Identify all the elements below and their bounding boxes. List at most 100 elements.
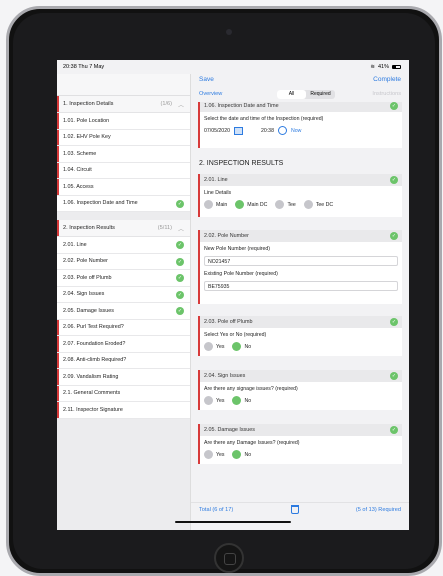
- card-pole-number: 2.02. Pole Number ✓ New Pole Number (req…: [198, 230, 402, 304]
- trash-icon[interactable]: [291, 505, 299, 514]
- sidebar-item[interactable]: 1.03. Scheme: [57, 146, 190, 163]
- sidebar-item[interactable]: 2.1. General Comments: [57, 385, 190, 402]
- radio-option[interactable]: No: [232, 396, 251, 405]
- card-header: 2.05. Damage Issues ✓: [200, 424, 402, 436]
- sidebar-section-inspection-details[interactable]: 1. Inspection Details (1/6) ︿: [57, 96, 190, 113]
- sidebar-item[interactable]: 1.01. Pole Location: [57, 113, 190, 130]
- radio-icon: [303, 200, 313, 209]
- radio-selected-icon: [235, 200, 245, 209]
- sidebar-item[interactable]: 2.02. Pole Number ✓: [57, 253, 190, 270]
- sidebar-item[interactable]: 1.05. Access: [57, 179, 190, 196]
- radio-option[interactable]: Yes: [204, 450, 224, 459]
- required-count[interactable]: (5 of 13) Required: [356, 507, 401, 513]
- battery-icon: [392, 65, 401, 69]
- card-body: Select Yes or No (required) Yes No: [200, 328, 402, 355]
- chevron-up-icon[interactable]: ︿: [178, 100, 184, 109]
- form-content: 1.06. Inspection Date and Time ✓ Select …: [191, 102, 409, 506]
- sidebar: 1. Inspection Details (1/6) ︿ 1.01. Pole…: [57, 74, 191, 530]
- segment-all[interactable]: All: [277, 90, 306, 99]
- sidebar-item-label: 2.05. Damage Issues: [63, 307, 114, 314]
- sidebar-item[interactable]: 2.01. Line ✓: [57, 237, 190, 254]
- save-button[interactable]: Save: [199, 76, 214, 83]
- tab-overview[interactable]: Overview: [199, 91, 222, 97]
- calendar-icon[interactable]: [233, 126, 243, 135]
- section-count: (1/6): [160, 101, 172, 107]
- status-time: 20:38 Thu 7 May: [63, 64, 105, 70]
- sidebar-item[interactable]: 2.09. Vandalism Rating: [57, 369, 190, 386]
- check-icon: ✓: [176, 274, 184, 282]
- sidebar-item-label: 2.03. Pole off Plumb: [63, 274, 112, 281]
- radio-icon: [204, 450, 213, 459]
- sidebar-item[interactable]: 2.03. Pole off Plumb ✓: [57, 270, 190, 287]
- home-button[interactable]: [214, 543, 244, 573]
- section-label: 2. Inspection Results: [63, 225, 115, 231]
- card-title: 1.06. Inspection Date and Time: [204, 103, 279, 109]
- main-pane: Save Complete Overview All Required Inst…: [191, 74, 409, 530]
- sidebar-item-label: 2.08. Anti-climb Required?: [63, 357, 127, 364]
- card-inspection-date: 1.06. Inspection Date and Time ✓ Select …: [198, 102, 402, 148]
- radio-option[interactable]: Yes: [204, 396, 224, 405]
- sidebar-item[interactable]: 1.06. Inspection Date and Time ✓: [57, 195, 190, 212]
- radio-option[interactable]: Yes: [204, 342, 224, 351]
- card-damage-issues: 2.05. Damage Issues ✓ Are there any Dama…: [198, 424, 402, 464]
- new-pole-number-field[interactable]: NO21457: [204, 256, 398, 266]
- section-label: 1. Inspection Details: [63, 101, 114, 107]
- question-label: Existing Pole Number (required): [204, 271, 278, 277]
- check-icon: ✓: [390, 176, 398, 184]
- radio-selected-icon: [232, 450, 242, 459]
- check-icon: ✓: [390, 318, 398, 326]
- check-icon: ✓: [176, 199, 184, 208]
- card-header: 2.02. Pole Number ✓: [200, 230, 402, 242]
- question-label: New Pole Number (required): [204, 246, 271, 252]
- radio-group: Yes No: [204, 342, 398, 351]
- card-body: Are there any Damage Issues? (required) …: [200, 436, 402, 463]
- radio-label: Tee DC: [315, 201, 334, 208]
- complete-button[interactable]: Complete: [373, 76, 401, 83]
- radio-icon: [204, 200, 213, 209]
- clock-icon[interactable]: [277, 126, 287, 135]
- date-value[interactable]: 07/05/2020: [204, 128, 230, 134]
- chevron-up-icon[interactable]: ︿: [178, 224, 184, 233]
- sidebar-item[interactable]: 1.02. EHV Pole Key: [57, 129, 190, 146]
- status-right: ≋ 41%: [370, 64, 401, 70]
- bottom-bar: Total (6 of 17) (5 of 13) Required: [191, 502, 409, 516]
- sidebar-section-inspection-results[interactable]: 2. Inspection Results (5/11) ︿: [57, 220, 190, 237]
- radio-label: No: [244, 397, 252, 404]
- existing-pole-number-field[interactable]: BE75935: [204, 281, 398, 291]
- sidebar-item[interactable]: 2.08. Anti-climb Required?: [57, 352, 190, 369]
- radio-option[interactable]: No: [232, 342, 251, 351]
- radio-label: Yes: [216, 451, 225, 458]
- sidebar-item-label: 2.1. General Comments: [63, 390, 121, 397]
- sidebar-item-label: 2.04. Sign Issues: [63, 291, 105, 298]
- sidebar-item[interactable]: 2.11. Inspector Signature: [57, 402, 190, 419]
- card-header: 2.01. Line ✓: [200, 174, 402, 186]
- segment-required[interactable]: Required: [306, 90, 335, 99]
- card-header: 1.06. Inspection Date and Time ✓: [200, 102, 402, 112]
- section-title: 2. INSPECTION RESULTS: [199, 160, 284, 167]
- radio-label: Tee: [287, 201, 296, 208]
- radio-label: Main DC: [247, 201, 268, 208]
- sidebar-item[interactable]: 1.04. Circuit: [57, 162, 190, 179]
- radio-group: Main Main DC Tee Tee DC: [204, 200, 398, 209]
- sidebar-item[interactable]: 2.06. Purl Test Required?: [57, 319, 190, 336]
- total-count[interactable]: Total (6 of 17): [199, 507, 233, 513]
- tab-instructions[interactable]: Instructions: [372, 91, 401, 97]
- sidebar-item[interactable]: 2.04. Sign Issues ✓: [57, 286, 190, 303]
- sidebar-item-label: 2.11. Inspector Signature: [63, 406, 123, 413]
- sidebar-item[interactable]: 2.05. Damage Issues ✓: [57, 303, 190, 320]
- time-value[interactable]: 20:38: [261, 128, 274, 134]
- radio-option[interactable]: Main: [204, 200, 227, 209]
- sidebar-item-label: 2.09. Vandalism Rating: [63, 373, 119, 380]
- sidebar-item-label: 2.06. Purl Test Required?: [63, 324, 124, 331]
- now-button[interactable]: Now: [291, 128, 301, 134]
- radio-option[interactable]: Main DC: [235, 200, 267, 209]
- radio-option[interactable]: No: [232, 450, 251, 459]
- radio-selected-icon: [232, 396, 242, 405]
- sidebar-item-label: 2.02. Pole Number: [63, 258, 108, 265]
- radio-label: Yes: [216, 343, 225, 350]
- sidebar-item[interactable]: 2.07. Foundation Eroded?: [57, 336, 190, 353]
- radio-option[interactable]: Tee DC: [303, 200, 334, 209]
- radio-option[interactable]: Tee: [275, 200, 296, 209]
- radio-group: Yes No: [204, 396, 398, 405]
